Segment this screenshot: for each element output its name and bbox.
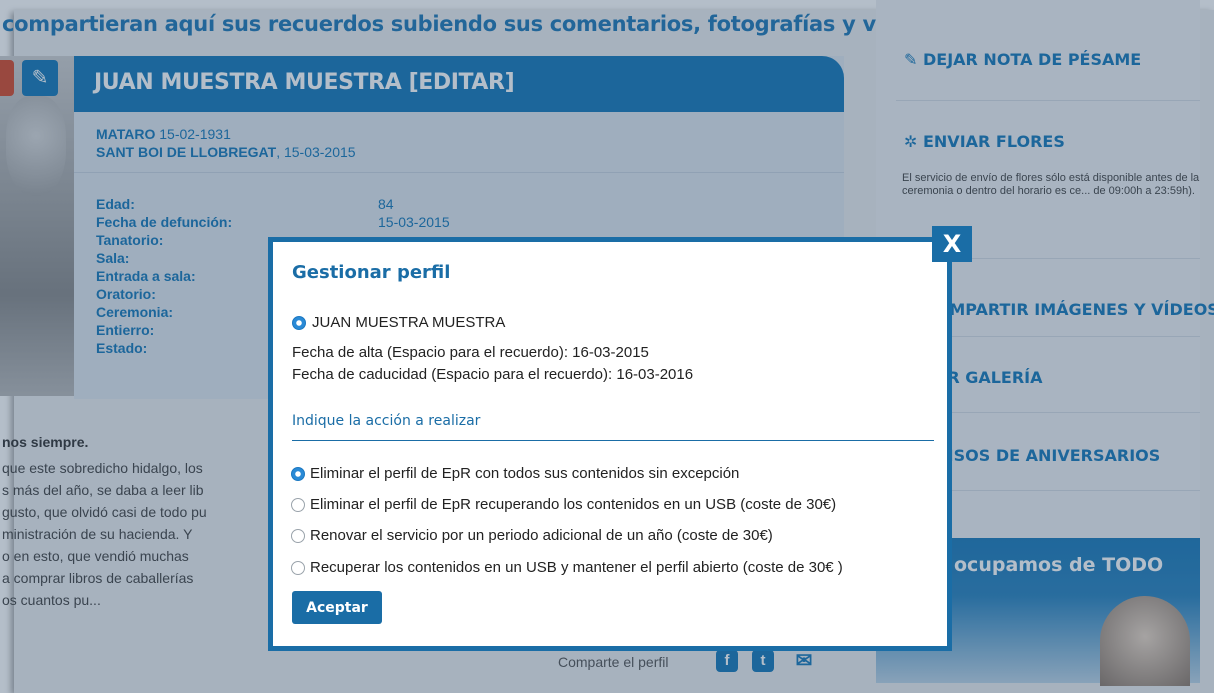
option-label[interactable]: Recuperar los contenidos en un USB y man… [310, 559, 843, 576]
option-label[interactable]: Eliminar el perfil de EpR con todos sus … [310, 465, 739, 482]
option-label[interactable]: Renovar el servicio por un periodo adici… [310, 527, 773, 544]
action-subheading: Indique la acción a realizar [292, 413, 481, 429]
profile-radio[interactable] [292, 316, 306, 330]
close-button[interactable]: X [932, 226, 972, 262]
option-label[interactable]: Eliminar el perfil de EpR recuperando lo… [310, 496, 836, 513]
manage-profile-modal [268, 237, 952, 651]
caducidad-date: Fecha de caducidad (Espacio para el recu… [292, 366, 694, 383]
option-radio-renew[interactable] [291, 529, 305, 543]
subheading-rule [292, 440, 934, 441]
modal-title: Gestionar perfil [292, 262, 451, 283]
accept-button[interactable]: Aceptar [292, 591, 382, 624]
option-radio-usb-keep[interactable] [291, 561, 305, 575]
profile-name: JUAN MUESTRA MUESTRA [312, 314, 506, 331]
alta-date: Fecha de alta (Espacio para el recuerdo)… [292, 344, 649, 361]
option-radio-delete-usb[interactable] [291, 498, 305, 512]
option-radio-delete-all[interactable] [291, 467, 305, 481]
